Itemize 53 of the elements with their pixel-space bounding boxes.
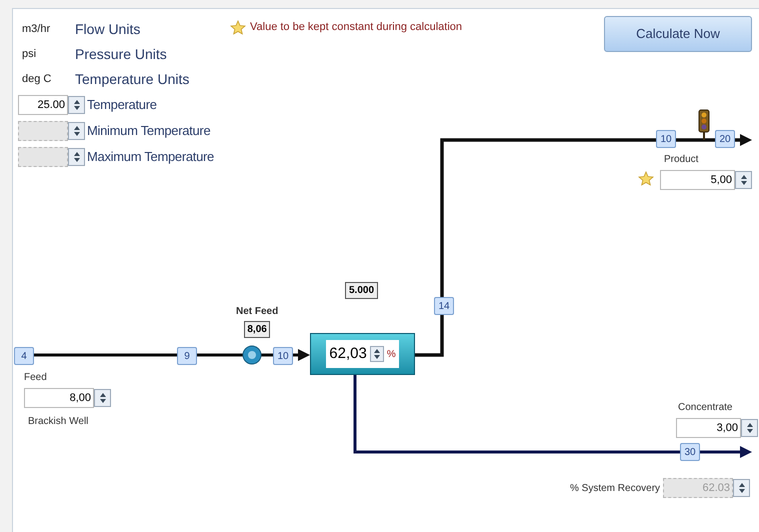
up-down-arrows-icon (372, 348, 381, 360)
unit-label[interactable]: Temperature Units (75, 69, 190, 90)
up-down-arrows-icon (72, 99, 80, 111)
spinner-button[interactable] (735, 171, 752, 189)
temperature-label: Maximum Temperature (87, 148, 214, 166)
ro-unit-box[interactable]: 62,03 % (310, 333, 415, 375)
pump-icon (242, 346, 262, 364)
number-field[interactable]: 25.00 (18, 95, 68, 115)
unit-value: m3/hr (21, 22, 52, 38)
spinner-button[interactable] (94, 389, 111, 407)
up-down-arrows-icon (738, 482, 746, 494)
recovery-value[interactable]: 62,03 (329, 342, 367, 366)
net-feed-value: 8,06 (244, 321, 270, 338)
stream-node[interactable]: 30 (680, 443, 700, 461)
number-field[interactable]: 3,00 (676, 418, 741, 438)
number-field[interactable]: 5,00 (660, 170, 735, 190)
stream-node[interactable]: 9 (177, 347, 197, 365)
system-recovery-label: % System Recovery (570, 482, 660, 496)
source-label: Brackish Well (27, 415, 90, 429)
spinner-button[interactable] (733, 479, 750, 497)
flow-value: 5.000 (345, 282, 378, 299)
net-feed-label: Net Feed (236, 305, 278, 319)
stream-node[interactable]: 10 (273, 347, 293, 365)
stream-node[interactable]: 14 (434, 297, 454, 315)
product-label: Product (663, 153, 700, 167)
calculate-button[interactable]: Calculate Now (604, 16, 752, 52)
temperature-label: Temperature (87, 96, 157, 114)
up-down-arrows-icon (740, 174, 748, 186)
star-icon (638, 171, 654, 186)
number-field[interactable]: 8,00 (24, 388, 94, 408)
feed-label: Feed (24, 371, 48, 385)
spinner-button[interactable] (741, 419, 758, 437)
stream-node[interactable]: 20 (715, 130, 735, 148)
stream-node[interactable]: 4 (14, 347, 34, 365)
concentrate-label: Concentrate (677, 401, 734, 415)
traffic-light-icon (698, 110, 710, 140)
percent-unit: % (386, 348, 396, 362)
up-down-arrows-icon (72, 151, 80, 163)
up-down-arrows-icon (72, 125, 80, 137)
spinner-button[interactable] (68, 122, 85, 140)
legend-text: Value to be kept constant during calculation (250, 20, 462, 35)
temperature-label: Minimum Temperature (87, 122, 210, 140)
unit-label[interactable]: Flow Units (75, 19, 140, 40)
spinner-button[interactable] (68, 96, 85, 114)
unit-label[interactable]: Pressure Units (75, 44, 167, 65)
spinner-button[interactable] (68, 148, 85, 166)
up-down-arrows-icon (98, 392, 106, 404)
stream-node[interactable]: 10 (656, 130, 676, 148)
unit-value: deg C (21, 72, 52, 88)
up-down-arrows-icon (746, 422, 754, 434)
spinner-button[interactable] (370, 346, 384, 362)
unit-value: psi (21, 47, 38, 62)
star-icon (230, 20, 246, 35)
